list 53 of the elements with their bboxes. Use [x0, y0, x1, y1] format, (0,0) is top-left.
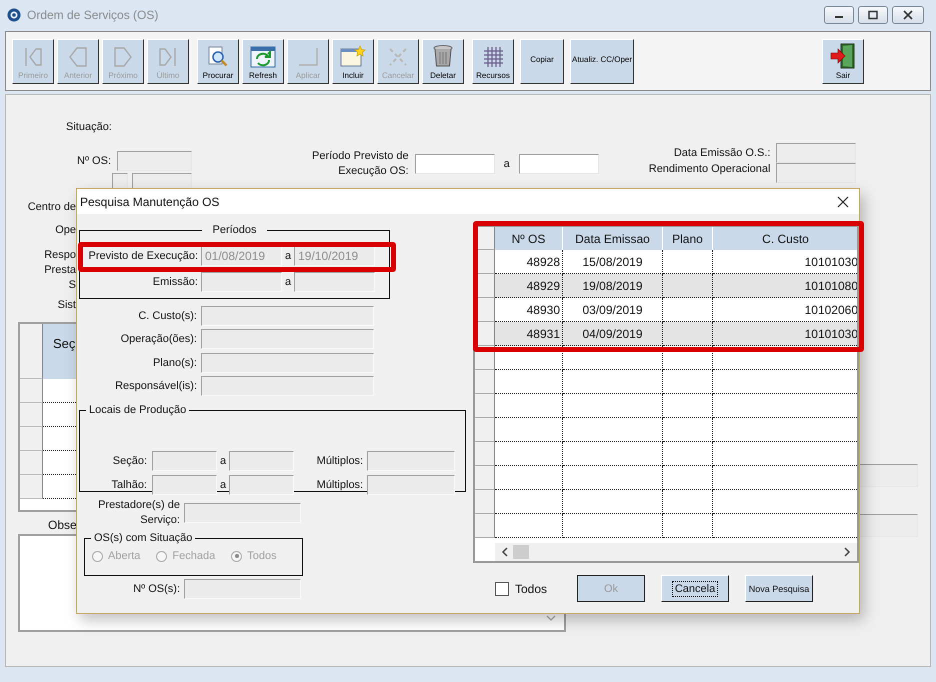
column-header[interactable]: Data Emissao: [563, 227, 663, 250]
column-header[interactable]: Nº OS: [495, 227, 563, 250]
issue-date-label: Data Emissão O.S.:: [674, 147, 770, 159]
column-header[interactable]: Plano: [663, 227, 713, 250]
all-checkbox[interactable]: Todos: [495, 582, 548, 596]
group-title: Locais de Produção: [88, 404, 188, 416]
os-number-label: Nº OS:: [77, 155, 111, 167]
field-label: C. Custo(s):: [137, 310, 198, 322]
field-label: Seção:: [112, 455, 148, 467]
field-label: Múltiplos:: [316, 455, 364, 467]
field-label: Nº OS(s):: [132, 582, 181, 596]
field-label: Presta: [44, 263, 76, 278]
field-label: Ope: [55, 223, 76, 238]
notes-label: Obse: [48, 518, 77, 532]
toolbar-button[interactable]: Procurar: [197, 38, 239, 84]
field-label: Sist: [58, 298, 76, 313]
field-label: Previsto de Execução:: [88, 250, 199, 262]
toolbar-button[interactable]: Refresh: [242, 38, 284, 84]
toolbar-button[interactable]: Atualiz. CC/Oper: [570, 38, 634, 84]
field-label: Emissão:: [152, 276, 199, 288]
status-label: Situação:: [66, 121, 112, 133]
field-label: Responsável(is):: [114, 380, 198, 392]
column-header[interactable]: C. Custo: [713, 227, 857, 250]
table-cell: 48929: [495, 274, 563, 298]
field-label: Respo: [44, 248, 76, 263]
toolbar-button[interactable]: Sair: [822, 38, 864, 84]
separator-label: a: [284, 276, 292, 288]
field-label: Operação(ões):: [120, 333, 198, 346]
yield-label: Rendimento Operacional: [648, 163, 770, 175]
separator-label: a: [219, 455, 228, 467]
toolbar-button[interactable]: Deletar: [422, 38, 464, 84]
dialog-button[interactable]: Nova Pesquisa: [745, 575, 814, 602]
field-label: Prestadore(s) de Serviço:: [97, 498, 181, 528]
field-label: Múltiplos:: [316, 479, 364, 491]
toolbar-button[interactable]: Recursos: [472, 38, 514, 84]
period-label: Período Previsto de Execução OS:: [312, 149, 409, 179]
field-label: S: [68, 278, 76, 293]
separator-label: a: [219, 479, 228, 491]
toolbar-button[interactable]: Incluir: [332, 38, 374, 84]
dialog-title: Pesquisa Manutenção OS: [80, 194, 220, 208]
window-title: Ordem de Serviços (OS): [27, 8, 158, 22]
group-title: Períodos: [211, 224, 258, 236]
field-label: Plano(s):: [152, 356, 198, 369]
dialog-button[interactable]: Cancela: [661, 575, 730, 602]
field-label: Talhão:: [110, 479, 148, 491]
group-title: OS(s) com Situação: [93, 532, 194, 544]
toolbar-button[interactable]: Copiar: [520, 38, 564, 84]
table-cell: 04/09/2019: [563, 322, 663, 346]
table-cell: 19/08/2019: [563, 274, 663, 298]
table-cell: 48931: [495, 322, 563, 346]
separator-label: a: [502, 158, 511, 170]
field-label: Centro de: [28, 200, 76, 215]
separator-label: a: [284, 250, 292, 262]
